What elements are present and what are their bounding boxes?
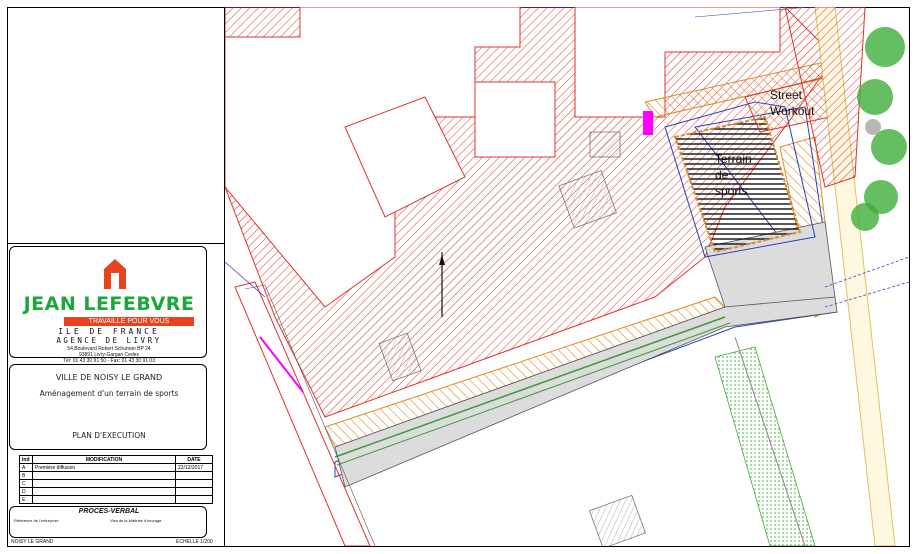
project-card: VILLE DE NOISY LE GRAND Aménagement d'un…: [9, 364, 207, 450]
company-tagline: TRAVAILLE POUR VOUS: [64, 317, 194, 326]
company-logo-icon: [104, 259, 126, 289]
label-workout: Workout: [770, 104, 815, 118]
label-de: de: [715, 168, 729, 182]
modifications-table: Ind MODIFICATION DATE A Première diffusi…: [19, 455, 213, 504]
pv-left-label: Référence de l'entreprise: [14, 518, 59, 523]
table-row: B: [19, 471, 213, 480]
row-date: [175, 487, 213, 496]
table-row: C: [19, 479, 213, 488]
magenta-marker: [643, 111, 653, 135]
row-text: Première diffusion: [32, 463, 176, 472]
proces-verbal-title: PROCES-VERBAL: [78, 508, 140, 515]
site-plan: Street Workout Terrain de sports: [225, 7, 909, 546]
row-ind: D: [19, 487, 33, 496]
col-ind: Ind: [19, 455, 33, 464]
col-modification: MODIFICATION: [32, 455, 176, 464]
project-phase: PLAN D'EXECUTION: [72, 431, 146, 440]
row-ind: C: [19, 479, 33, 488]
company-address: 54,Boulevard Robert Schuman BP 24 93891 …: [10, 346, 208, 364]
row-ind: B: [19, 471, 33, 480]
table-row: D: [19, 487, 213, 496]
company-agency: AGENCE DE LIVRY: [56, 336, 162, 345]
row-ind: A: [19, 463, 33, 472]
pv-right-label: Visa de la Maîtrise d'ouvrage: [110, 518, 162, 523]
row-date: [175, 471, 213, 480]
label-sports: sports: [715, 184, 748, 198]
label-street: Street: [770, 88, 803, 102]
row-text: [32, 487, 176, 496]
row-date: [175, 495, 213, 504]
proces-verbal-card: PROCES-VERBAL Référence de l'entreprise …: [9, 506, 207, 538]
table-row: A Première diffusion 22/12/2017: [19, 463, 213, 472]
row-ind: E: [19, 495, 33, 504]
footer-commune: NOISY LE GRAND: [11, 539, 54, 545]
row-text: [32, 471, 176, 480]
label-terrain: Terrain: [715, 152, 752, 166]
row-text: [32, 495, 176, 504]
row-date: 22/12/2017: [175, 463, 213, 472]
row-date: [175, 479, 213, 488]
table-row: E: [19, 495, 213, 504]
project-subject: Aménagement d'un terrain de sports: [39, 389, 179, 398]
company-region: ILE DE FRANCE: [58, 327, 160, 336]
company-logo-card: JEAN LEFEBVRE TRAVAILLE POUR VOUS ILE DE…: [9, 246, 207, 364]
company-name: JEAN LEFEBVRE: [23, 293, 195, 315]
table-header-row: Ind MODIFICATION DATE: [19, 455, 213, 464]
blank-cartouche-area: [7, 7, 224, 244]
project-client: VILLE DE NOISY LE GRAND: [55, 373, 163, 382]
col-date: DATE: [175, 455, 213, 464]
footer-scale: ECHELLE 1/200: [176, 539, 213, 545]
row-text: [32, 479, 176, 488]
